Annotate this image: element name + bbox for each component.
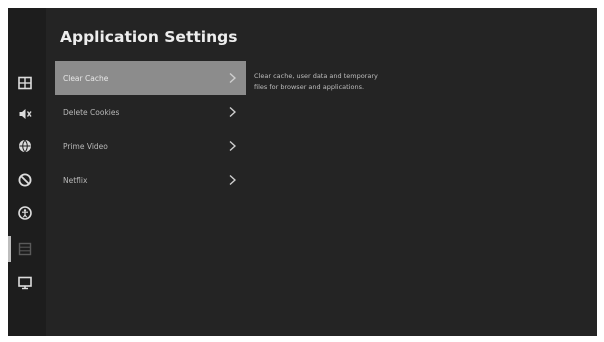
page-title: Application Settings: [60, 28, 238, 46]
settings-sidebar: [8, 8, 46, 336]
active-category-marker: [8, 236, 11, 262]
sound-icon[interactable]: [16, 105, 34, 123]
accessibility-icon[interactable]: [16, 204, 34, 222]
applications-grid-icon[interactable]: [16, 240, 34, 258]
display-screen-icon[interactable]: [16, 274, 34, 292]
menu-item-delete-cookies[interactable]: Delete Cookies: [55, 95, 246, 129]
menu-item-label: Netflix: [63, 175, 88, 185]
menu-item-label: Delete Cookies: [63, 107, 120, 117]
item-description: Clear cache, user data and temporary fil…: [254, 72, 378, 91]
chevron-right-icon: [229, 140, 236, 152]
network-globe-icon[interactable]: [16, 137, 34, 155]
chevron-right-icon: [229, 106, 236, 118]
tv-screen: Application Settings Clear Cache Delete …: [8, 8, 597, 336]
menu-item-clear-cache[interactable]: Clear Cache: [55, 61, 246, 95]
restriction-icon[interactable]: [16, 171, 34, 189]
menu-item-prime-video[interactable]: Prime Video: [55, 129, 246, 163]
picture-settings-icon[interactable]: [16, 74, 34, 92]
menu-item-netflix[interactable]: Netflix: [55, 163, 246, 197]
chevron-right-icon: [229, 72, 236, 84]
menu-item-label: Clear Cache: [63, 73, 109, 83]
menu-item-label: Prime Video: [63, 141, 108, 151]
application-settings-menu: Clear Cache Delete Cookies Prime Video N…: [55, 61, 246, 197]
chevron-right-icon: [229, 174, 236, 186]
